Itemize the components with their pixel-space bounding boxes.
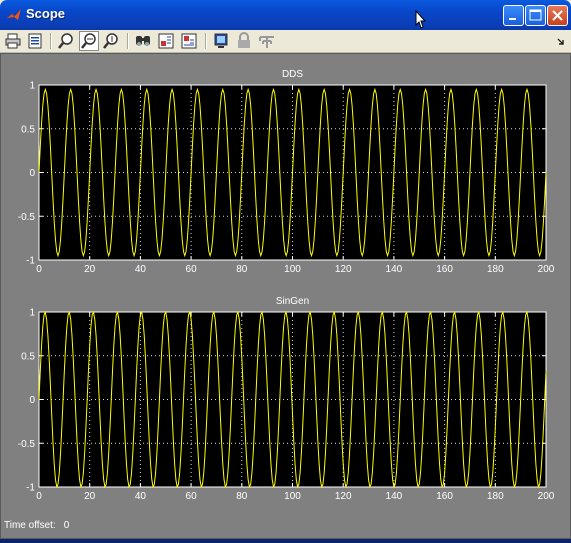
axes-1-y-tick-label: 0: [29, 168, 35, 179]
axes-1-y-tick-label: -0.5: [18, 212, 36, 223]
toolbar: [0, 30, 571, 53]
plot-area: DDS 0 20 40 60 80 100 120 140 160 180 200 1 0.5 0 -0.5-…: [0, 53, 571, 539]
window-title: Scope: [26, 6, 66, 21]
zoom-x-button[interactable]: [79, 31, 99, 51]
save-axes-icon[interactable]: [157, 32, 175, 50]
matlab-logo-icon: [7, 9, 21, 20]
axes-2-y-tick-label: 0: [29, 395, 35, 406]
axes-2-x-tick-label: 0: [36, 491, 42, 502]
print-icon[interactable]: [4, 32, 22, 50]
axes-2-y-tick-label: -0.5: [18, 439, 36, 450]
time-offset-value: 0: [63, 520, 70, 531]
axes-1-x-tick-label: 0: [36, 264, 42, 275]
toolbar-separator: [127, 33, 129, 49]
toolbar-separator: [205, 33, 207, 49]
maximize-button[interactable]: [525, 5, 546, 26]
axes-2-x-tick-label: 120: [335, 491, 352, 502]
floating-scope-icon[interactable]: [212, 32, 230, 50]
lock-icon[interactable]: [235, 32, 253, 50]
axes-1-x-tick-label: 200: [538, 264, 555, 275]
scope-plots[interactable]: DDS0 20 40 60 80 100 120 140 160 180 20010.50-0.5-…: [1, 54, 570, 538]
axes-2-y-tick-label: -1: [26, 483, 35, 494]
axes-1-x-tick-label: 140: [386, 264, 403, 275]
scope-window: Scope DDS 0 20 40 60 80 100 120 140 160 …: [0, 0, 571, 539]
close-icon: [552, 10, 563, 21]
autoscale-icon[interactable]: [134, 32, 152, 50]
axes-2-x-tick-label: 40: [135, 491, 147, 502]
minimize-button[interactable]: [503, 5, 524, 26]
axes-2-x-tick-label: 60: [186, 491, 198, 502]
toolbar-separator: [50, 33, 52, 49]
parameters-icon[interactable]: [26, 32, 44, 50]
axes-1-x-tick-label: 160: [436, 264, 453, 275]
axes-2-y-tick-label: 1: [29, 308, 35, 319]
axes-1-x-tick-label: 60: [186, 264, 198, 275]
axes-1-y-tick-label: 1: [29, 81, 35, 92]
axes-1-x-tick-label: 40: [135, 264, 147, 275]
axes-1-x-tick-label: 80: [236, 264, 248, 275]
maximize-icon: [529, 9, 542, 21]
axes-1-x-tick-label: 20: [84, 264, 96, 275]
zoom-x-icon: [81, 33, 96, 49]
axes-2-x-tick-label: 200: [538, 491, 555, 502]
axes-2-title: SinGen: [276, 296, 309, 307]
axes-2-x-tick-label: 140: [386, 491, 403, 502]
axes-2-x-tick-label: 20: [84, 491, 96, 502]
axes-2-x-tick-label: 160: [436, 491, 453, 502]
time-offset-label: Time offset:: [4, 520, 56, 531]
mouse-cursor-icon: [415, 10, 427, 29]
axes-2-x-tick-label: 80: [236, 491, 248, 502]
axes-1-x-tick-label: 180: [487, 264, 504, 275]
time-offset-readout: Time offset: 0: [4, 520, 69, 531]
axes-1-x-tick-label: 100: [284, 264, 301, 275]
axes-1-title: DDS: [282, 69, 303, 80]
axes-2-y-tick-label: 0.5: [21, 351, 35, 362]
axes-1-y-tick-label: -1: [26, 256, 35, 267]
axes-1-x-tick-label: 120: [335, 264, 352, 275]
axes-1-y-tick-label: 0.5: [21, 124, 35, 135]
restore-axes-icon[interactable]: [180, 32, 198, 50]
toolbar-menu-arrow-icon[interactable]: [556, 36, 566, 46]
signal-selection-icon[interactable]: [258, 32, 276, 50]
zoom-icon[interactable]: [57, 32, 75, 50]
zoom-y-icon[interactable]: [102, 32, 120, 50]
close-button[interactable]: [547, 5, 568, 26]
axes-2-x-tick-label: 180: [487, 491, 504, 502]
title-bar[interactable]: Scope: [0, 0, 571, 30]
axes-2-x-tick-label: 100: [284, 491, 301, 502]
minimize-icon: [509, 18, 516, 20]
